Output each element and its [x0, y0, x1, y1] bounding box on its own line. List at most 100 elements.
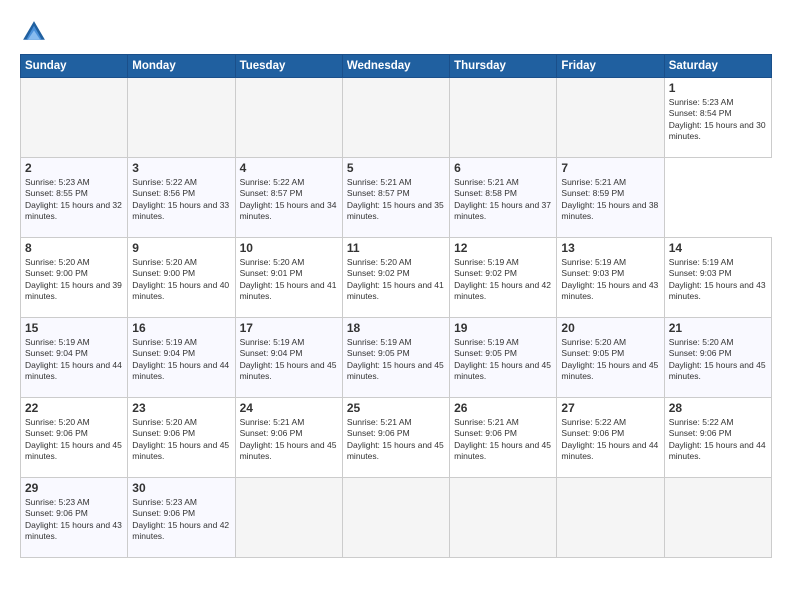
- weekday-header-thursday: Thursday: [450, 55, 557, 78]
- weekday-header-saturday: Saturday: [664, 55, 771, 78]
- empty-cell: [21, 78, 128, 158]
- day-number: 10: [240, 241, 338, 255]
- day-cell: 17 Sunrise: 5:19 AMSunset: 9:04 PMDayligh…: [235, 318, 342, 398]
- weekday-header-row: SundayMondayTuesdayWednesdayThursdayFrid…: [21, 55, 772, 78]
- day-cell: 25 Sunrise: 5:21 AMSunset: 9:06 PMDayligh…: [342, 398, 449, 478]
- weekday-header-wednesday: Wednesday: [342, 55, 449, 78]
- day-cell: 2 Sunrise: 5:23 AMSunset: 8:55 PMDaylight…: [21, 158, 128, 238]
- page: SundayMondayTuesdayWednesdayThursdayFrid…: [0, 0, 792, 612]
- day-cell: 11 Sunrise: 5:20 AMSunset: 9:02 PMDayligh…: [342, 238, 449, 318]
- empty-cell: [450, 78, 557, 158]
- day-number: 25: [347, 401, 445, 415]
- empty-cell: [342, 78, 449, 158]
- empty-cell: [235, 78, 342, 158]
- day-info: Sunrise: 5:20 AMSunset: 9:02 PMDaylight:…: [347, 257, 445, 303]
- day-number: 2: [25, 161, 123, 175]
- day-number: 26: [454, 401, 552, 415]
- day-info: Sunrise: 5:21 AMSunset: 9:06 PMDaylight:…: [240, 417, 338, 463]
- day-number: 12: [454, 241, 552, 255]
- day-cell: 12 Sunrise: 5:19 AMSunset: 9:02 PMDayligh…: [450, 238, 557, 318]
- day-number: 18: [347, 321, 445, 335]
- day-number: 16: [132, 321, 230, 335]
- day-info: Sunrise: 5:20 AMSunset: 9:00 PMDaylight:…: [25, 257, 123, 303]
- day-number: 11: [347, 241, 445, 255]
- day-cell: 30 Sunrise: 5:23 AMSunset: 9:06 PMDayligh…: [128, 478, 235, 558]
- day-info: Sunrise: 5:23 AMSunset: 9:06 PMDaylight:…: [132, 497, 230, 543]
- day-cell: 16 Sunrise: 5:19 AMSunset: 9:04 PMDayligh…: [128, 318, 235, 398]
- day-info: Sunrise: 5:20 AMSunset: 9:00 PMDaylight:…: [132, 257, 230, 303]
- day-number: 30: [132, 481, 230, 495]
- day-info: Sunrise: 5:19 AMSunset: 9:04 PMDaylight:…: [132, 337, 230, 383]
- day-cell: 22 Sunrise: 5:20 AMSunset: 9:06 PMDayligh…: [21, 398, 128, 478]
- day-number: 13: [561, 241, 659, 255]
- day-info: Sunrise: 5:21 AMSunset: 9:06 PMDaylight:…: [454, 417, 552, 463]
- day-info: Sunrise: 5:20 AMSunset: 9:05 PMDaylight:…: [561, 337, 659, 383]
- empty-cell: [557, 78, 664, 158]
- day-cell: [342, 478, 449, 558]
- day-number: 22: [25, 401, 123, 415]
- day-cell: 21Sunrise: 5:20 AMSunset: 9:06 PMDayligh…: [664, 318, 771, 398]
- day-cell: 29Sunrise: 5:23 AMSunset: 9:06 PMDayligh…: [21, 478, 128, 558]
- day-cell: 20 Sunrise: 5:20 AMSunset: 9:05 PMDayligh…: [557, 318, 664, 398]
- day-number: 24: [240, 401, 338, 415]
- day-info: Sunrise: 5:19 AMSunset: 9:02 PMDaylight:…: [454, 257, 552, 303]
- day-number: 23: [132, 401, 230, 415]
- day-info: Sunrise: 5:22 AMSunset: 8:57 PMDaylight:…: [240, 177, 338, 223]
- day-cell: [557, 478, 664, 558]
- day-cell: 5 Sunrise: 5:21 AMSunset: 8:57 PMDaylight…: [342, 158, 449, 238]
- day-cell: 10 Sunrise: 5:20 AMSunset: 9:01 PMDayligh…: [235, 238, 342, 318]
- week-row: 1 Sunrise: 5:23 AMSunset: 8:54 PMDaylight…: [21, 78, 772, 158]
- day-cell: 18Sunrise: 5:19 AMSunset: 9:05 PMDayligh…: [342, 318, 449, 398]
- day-number: 4: [240, 161, 338, 175]
- day-cell: 1 Sunrise: 5:23 AMSunset: 8:54 PMDaylight…: [664, 78, 771, 158]
- day-info: Sunrise: 5:22 AMSunset: 8:56 PMDaylight:…: [132, 177, 230, 223]
- day-info: Sunrise: 5:20 AMSunset: 9:01 PMDaylight:…: [240, 257, 338, 303]
- day-info: Sunrise: 5:23 AMSunset: 8:55 PMDaylight:…: [25, 177, 123, 223]
- day-number: 1: [669, 81, 767, 95]
- week-row: 15Sunrise: 5:19 AMSunset: 9:04 PMDayligh…: [21, 318, 772, 398]
- week-row: 8Sunrise: 5:20 AMSunset: 9:00 PMDaylight…: [21, 238, 772, 318]
- day-number: 3: [132, 161, 230, 175]
- calendar: SundayMondayTuesdayWednesdayThursdayFrid…: [20, 54, 772, 558]
- day-number: 27: [561, 401, 659, 415]
- day-number: 20: [561, 321, 659, 335]
- day-cell: 14 Sunrise: 5:19 AMSunset: 9:03 PMDayligh…: [664, 238, 771, 318]
- day-info: Sunrise: 5:21 AMSunset: 8:57 PMDaylight:…: [347, 177, 445, 223]
- day-info: Sunrise: 5:19 AMSunset: 9:04 PMDaylight:…: [25, 337, 123, 383]
- day-info: Sunrise: 5:21 AMSunset: 8:59 PMDaylight:…: [561, 177, 659, 223]
- day-cell: [235, 478, 342, 558]
- day-cell: 23 Sunrise: 5:20 AMSunset: 9:06 PMDayligh…: [128, 398, 235, 478]
- day-cell: 13 Sunrise: 5:19 AMSunset: 9:03 PMDayligh…: [557, 238, 664, 318]
- day-info: Sunrise: 5:19 AMSunset: 9:05 PMDaylight:…: [454, 337, 552, 383]
- day-info: Sunrise: 5:19 AMSunset: 9:03 PMDaylight:…: [669, 257, 767, 303]
- day-number: 17: [240, 321, 338, 335]
- day-cell: [664, 478, 771, 558]
- day-info: Sunrise: 5:22 AMSunset: 9:06 PMDaylight:…: [669, 417, 767, 463]
- day-info: Sunrise: 5:20 AMSunset: 9:06 PMDaylight:…: [669, 337, 767, 383]
- week-row: 22 Sunrise: 5:20 AMSunset: 9:06 PMDayligh…: [21, 398, 772, 478]
- day-number: 28: [669, 401, 767, 415]
- empty-cell: [128, 78, 235, 158]
- day-cell: 9 Sunrise: 5:20 AMSunset: 9:00 PMDaylight…: [128, 238, 235, 318]
- day-info: Sunrise: 5:23 AMSunset: 9:06 PMDaylight:…: [25, 497, 123, 543]
- weekday-header-monday: Monday: [128, 55, 235, 78]
- logo-icon: [20, 18, 48, 46]
- day-cell: 3 Sunrise: 5:22 AMSunset: 8:56 PMDaylight…: [128, 158, 235, 238]
- day-cell: 19Sunrise: 5:19 AMSunset: 9:05 PMDayligh…: [450, 318, 557, 398]
- day-number: 5: [347, 161, 445, 175]
- logo: [20, 18, 52, 46]
- day-info: Sunrise: 5:21 AMSunset: 8:58 PMDaylight:…: [454, 177, 552, 223]
- day-info: Sunrise: 5:19 AMSunset: 9:03 PMDaylight:…: [561, 257, 659, 303]
- header: [20, 18, 772, 46]
- day-cell: 6Sunrise: 5:21 AMSunset: 8:58 PMDaylight…: [450, 158, 557, 238]
- day-number: 7: [561, 161, 659, 175]
- day-info: Sunrise: 5:21 AMSunset: 9:06 PMDaylight:…: [347, 417, 445, 463]
- day-number: 9: [132, 241, 230, 255]
- day-info: Sunrise: 5:23 AMSunset: 8:54 PMDaylight:…: [669, 97, 767, 143]
- day-cell: 4 Sunrise: 5:22 AMSunset: 8:57 PMDaylight…: [235, 158, 342, 238]
- day-info: Sunrise: 5:19 AMSunset: 9:04 PMDaylight:…: [240, 337, 338, 383]
- day-cell: 15Sunrise: 5:19 AMSunset: 9:04 PMDayligh…: [21, 318, 128, 398]
- day-info: Sunrise: 5:20 AMSunset: 9:06 PMDaylight:…: [25, 417, 123, 463]
- day-number: 14: [669, 241, 767, 255]
- day-info: Sunrise: 5:20 AMSunset: 9:06 PMDaylight:…: [132, 417, 230, 463]
